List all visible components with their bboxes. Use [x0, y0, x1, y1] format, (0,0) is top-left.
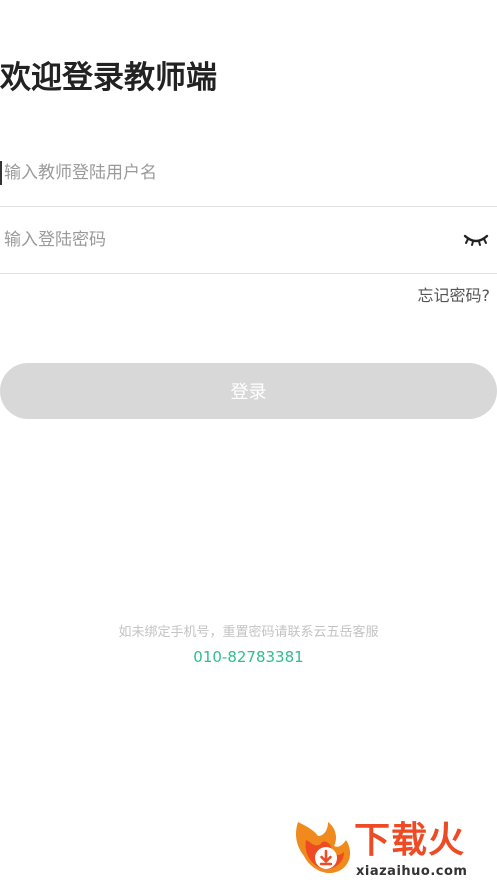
- reset-password-hint: 如未绑定手机号，重置密码请联系云五岳客服: [118, 625, 379, 640]
- watermark-brand: 下载火: [354, 820, 466, 861]
- page-title: 欢迎登录教师端: [0, 60, 217, 96]
- eye-closed-icon[interactable]: [463, 231, 489, 249]
- login-button[interactable]: 登录: [0, 363, 497, 419]
- watermark-domain: xiazaihuo.com: [356, 864, 468, 879]
- password-field-row[interactable]: [0, 207, 497, 274]
- password-input[interactable]: [0, 207, 440, 273]
- flame-logo-icon: [292, 816, 354, 880]
- support-phone-link[interactable]: 010-82783381: [0, 648, 497, 666]
- username-input[interactable]: [0, 140, 440, 206]
- login-button-label: 登录: [230, 382, 267, 403]
- forgot-password-link[interactable]: 忘记密码?: [418, 282, 491, 306]
- username-field-row[interactable]: [0, 140, 497, 207]
- watermark: 下载火 xiazaihuo.com: [292, 816, 497, 883]
